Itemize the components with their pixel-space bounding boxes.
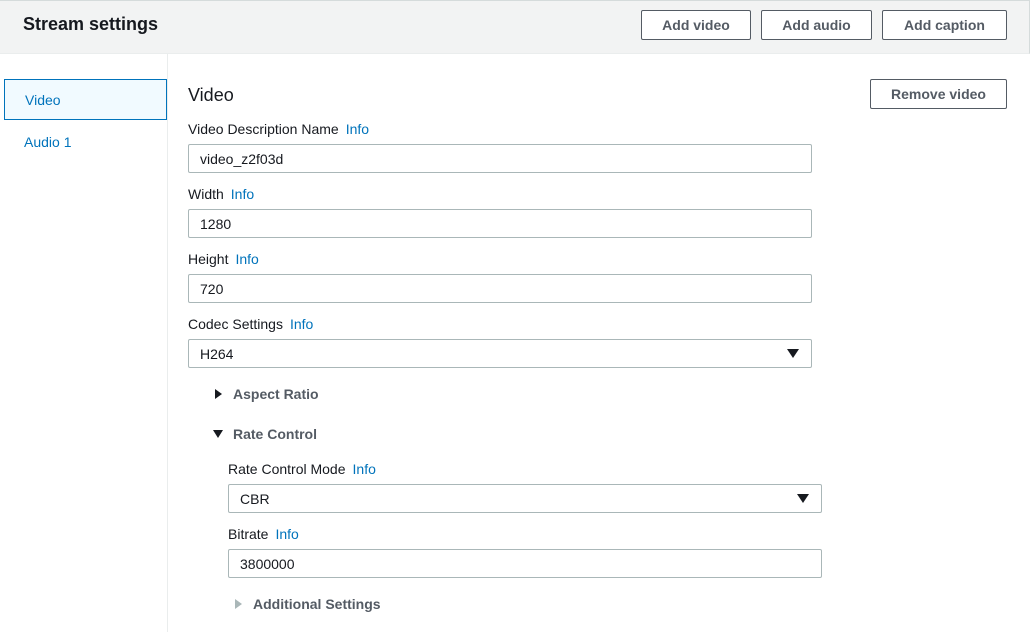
sidebar-item-label: Audio 1: [24, 133, 72, 150]
codec-settings-label: Codec Settings Info: [188, 316, 313, 332]
input-value: 720: [200, 280, 224, 297]
width-input[interactable]: 1280: [188, 209, 812, 238]
add-caption-button[interactable]: Add caption: [882, 10, 1007, 40]
expander-label: Rate Control: [233, 426, 317, 442]
select-value: CBR: [240, 490, 270, 507]
input-value: 3800000: [240, 555, 295, 572]
video-description-name-label: Video Description Name Info: [188, 121, 369, 137]
input-value: 1280: [200, 215, 232, 232]
info-link[interactable]: Info: [235, 251, 258, 267]
additional-settings-expander[interactable]: Additional Settings: [235, 596, 381, 612]
field-label: Height: [188, 251, 229, 267]
rate-control-mode-select[interactable]: CBR: [228, 484, 822, 513]
info-link[interactable]: Info: [290, 316, 313, 332]
rate-control-mode-label: Rate Control Mode Info: [228, 461, 376, 477]
page-title: Stream settings: [23, 14, 159, 34]
codec-settings-select[interactable]: H264: [188, 339, 812, 368]
sidebar-item-video[interactable]: Video: [4, 79, 167, 120]
video-settings-panel: Video Remove video Video Description Nam…: [168, 54, 1030, 632]
sidebar-item-label: Video: [25, 91, 61, 108]
expander-label: Additional Settings: [253, 596, 381, 612]
select-value: H264: [200, 345, 234, 362]
caret-down-icon: [213, 430, 223, 438]
caret-right-icon: [235, 599, 242, 609]
info-link[interactable]: Info: [353, 461, 376, 477]
bitrate-label: Bitrate Info: [228, 526, 299, 542]
bitrate-input[interactable]: 3800000: [228, 549, 822, 578]
width-label: Width Info: [188, 186, 254, 202]
sidebar-item-audio-1[interactable]: Audio 1: [4, 121, 167, 162]
field-label: Codec Settings: [188, 316, 283, 332]
input-value: video_z2f03d: [200, 150, 284, 167]
field-label: Width: [188, 186, 224, 202]
rate-control-expander[interactable]: Rate Control: [213, 426, 317, 442]
field-label: Video Description Name: [188, 121, 339, 137]
add-video-button[interactable]: Add video: [641, 10, 751, 40]
expander-label: Aspect Ratio: [233, 386, 319, 402]
remove-video-button[interactable]: Remove video: [870, 79, 1007, 109]
add-audio-button[interactable]: Add audio: [761, 10, 872, 40]
caret-down-icon: [787, 349, 799, 358]
field-label: Rate Control Mode: [228, 461, 346, 477]
height-input[interactable]: 720: [188, 274, 812, 303]
info-link[interactable]: Info: [346, 121, 369, 137]
caret-right-icon: [215, 389, 222, 399]
stream-settings-header: Stream settings Add video Add audio Add …: [0, 0, 1030, 54]
stream-sidebar: Video Audio 1: [0, 54, 168, 632]
field-label: Bitrate: [228, 526, 269, 542]
section-title: Video: [188, 85, 234, 105]
aspect-ratio-expander[interactable]: Aspect Ratio: [215, 386, 319, 402]
video-description-name-input[interactable]: video_z2f03d: [188, 144, 812, 173]
height-label: Height Info: [188, 251, 259, 267]
caret-down-icon: [797, 494, 809, 503]
info-link[interactable]: Info: [231, 186, 254, 202]
info-link[interactable]: Info: [275, 526, 298, 542]
